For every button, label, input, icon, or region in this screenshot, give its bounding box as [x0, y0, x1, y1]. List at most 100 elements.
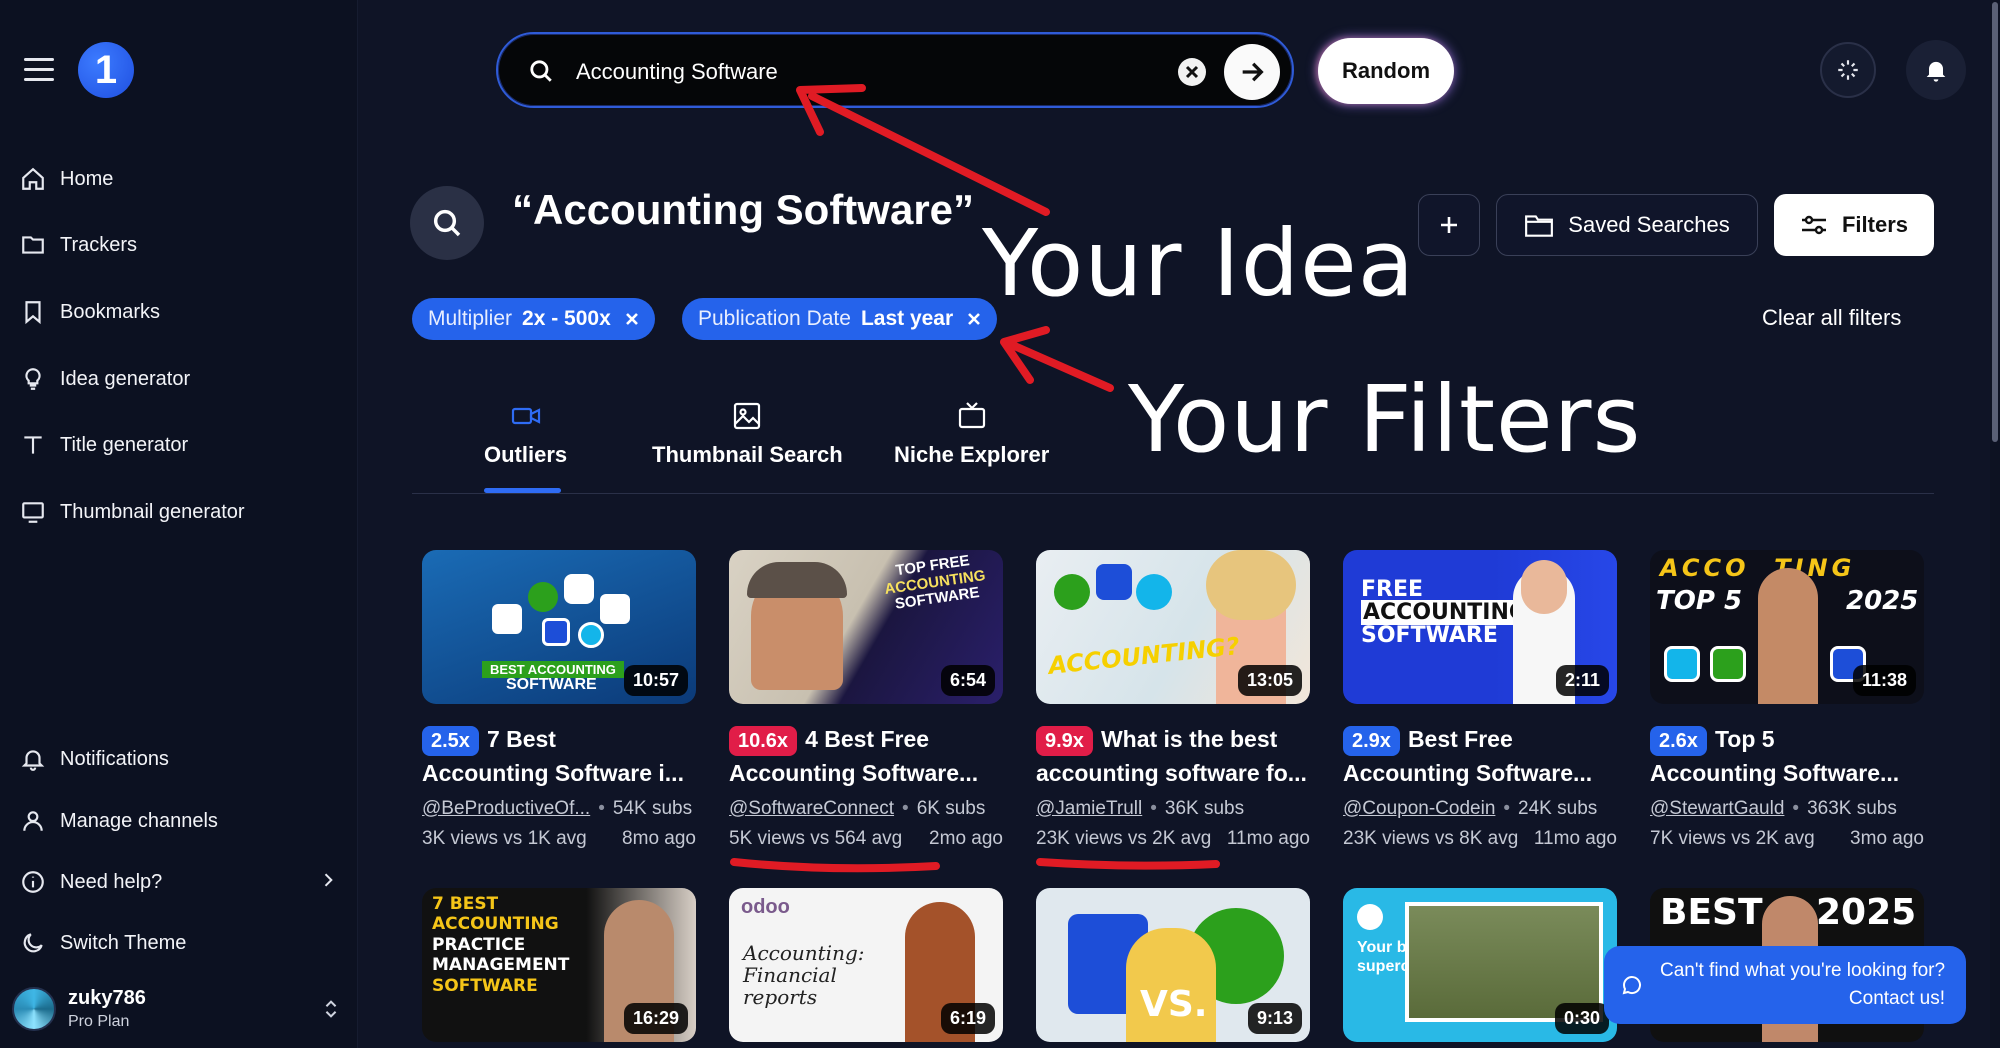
views-vs-avg: 5K views vs 564 avg: [729, 828, 903, 849]
user-account[interactable]: zuky786 Pro Plan: [12, 984, 342, 1034]
video-duration: 10:57: [623, 665, 688, 696]
clear-search-button[interactable]: [1178, 58, 1206, 86]
chevron-up-down-icon[interactable]: [320, 996, 342, 1022]
video-title: 10.6x 4 Best Free: [729, 722, 1003, 756]
hamburger-menu-icon[interactable]: [24, 58, 54, 82]
channel-link[interactable]: @Coupon-Codein: [1343, 798, 1495, 819]
add-search-button[interactable]: [1418, 194, 1480, 256]
bell-icon: [21, 750, 45, 771]
random-button[interactable]: Random: [1318, 38, 1454, 104]
chevron-right-icon[interactable]: [318, 870, 338, 890]
saved-searches-button[interactable]: Saved Searches: [1496, 194, 1758, 256]
search-icon: [410, 186, 484, 260]
submit-search-button[interactable]: [1224, 44, 1280, 100]
sidebar-item-home[interactable]: Home: [20, 162, 113, 196]
sidebar-item-label: Need help?: [60, 870, 163, 893]
video-title-line1: 4 Best Free: [805, 726, 930, 752]
underline-card2: [730, 858, 940, 873]
sparkle-icon: [1838, 60, 1858, 80]
clear-all-filters-link[interactable]: Clear all filters: [1762, 305, 1901, 331]
arrow-right-icon: [1242, 62, 1264, 82]
sidebar-item-bookmarks[interactable]: Bookmarks: [20, 295, 160, 329]
filters-button[interactable]: Filters: [1774, 194, 1934, 256]
video-card[interactable]: TOP FREE ACCOUNTING SOFTWARE 6:54 10.6x 4 B…: [729, 550, 1003, 850]
notifications-button[interactable]: [1906, 40, 1966, 100]
thumbnail-caption: 2025: [1816, 892, 1917, 933]
channel-link[interactable]: @StewartGauld: [1650, 798, 1784, 819]
video-duration: 9:13: [1247, 1003, 1302, 1034]
close-icon[interactable]: [967, 312, 981, 326]
video-title: 2.6x Top 5: [1650, 722, 1924, 756]
video-thumbnail[interactable]: VS. 9:13: [1036, 888, 1310, 1042]
sidebar: 1 Home Trackers Bookmarks Idea generator…: [0, 0, 358, 1048]
close-icon: [1185, 65, 1199, 79]
close-icon[interactable]: [625, 312, 639, 326]
video-duration: 11:38: [1852, 665, 1916, 696]
video-card[interactable]: BEST ACCOUNTING SOFTWARE 10:57 2.5x 7 Bes…: [422, 550, 696, 850]
video-thumbnail[interactable]: odoo Accounting: Financial reports 6:19: [729, 888, 1003, 1042]
sidebar-item-need-help[interactable]: Need help?: [20, 865, 162, 899]
thumbnail-caption: 2025: [1846, 586, 1919, 616]
subscriber-count: 363K subs: [1784, 798, 1896, 819]
sidebar-item-title-generator[interactable]: Title generator: [20, 428, 188, 462]
sidebar-item-label: Title generator: [60, 433, 189, 456]
sidebar-item-label: Thumbnail generator: [60, 500, 245, 523]
video-age: 8mo ago: [622, 828, 696, 849]
image-icon: [734, 402, 761, 430]
video-thumbnail[interactable]: Your businesssupercharged 0:30: [1343, 888, 1617, 1042]
sidebar-item-label: Idea generator: [60, 367, 191, 390]
video-age: 3mo ago: [1850, 828, 1924, 849]
tab-thumbnail-search[interactable]: Thumbnail Search: [652, 400, 843, 468]
video-thumbnail[interactable]: FREE ACCOUNTING SOFTWARE 2:11: [1343, 550, 1617, 704]
video-camera-icon: [511, 407, 540, 425]
tab-outliers[interactable]: Outliers: [484, 400, 567, 468]
contact-line1: Can't find what you're looking for?: [1660, 960, 1946, 981]
contact-line2: Contact us!: [1848, 988, 1946, 1009]
contact-us-popup[interactable]: Can't find what you're looking for? Cont…: [1604, 946, 1966, 1024]
views-vs-avg: 23K views vs 2K avg: [1036, 828, 1212, 849]
app-logo[interactable]: 1: [78, 42, 134, 98]
video-thumbnail[interactable]: ACCOUNTING? 13:05: [1036, 550, 1310, 704]
video-thumbnail[interactable]: TOP FREE ACCOUNTING SOFTWARE 6:54: [729, 550, 1003, 704]
search-input[interactable]: [576, 54, 1136, 90]
sidebar-item-idea-generator[interactable]: Idea generator: [20, 362, 190, 396]
user-icon: [23, 811, 43, 831]
sidebar-item-switch-theme[interactable]: Switch Theme: [20, 926, 186, 960]
video-duration: 13:05: [1237, 665, 1302, 696]
video-thumbnail[interactable]: BEST ACCOUNTING SOFTWARE 10:57: [422, 550, 696, 704]
video-title: 2.9x Best Free: [1343, 722, 1617, 756]
channel-link[interactable]: @BeProductiveOf...: [422, 798, 590, 819]
sidebar-item-notifications[interactable]: Notifications: [20, 742, 169, 776]
search-bar: [496, 32, 1294, 108]
tab-niche-explorer[interactable]: Niche Explorer: [894, 400, 1049, 468]
video-title: 9.9x What is the best: [1036, 722, 1310, 756]
video-title-line2: accounting software fo...: [1036, 760, 1307, 786]
thumbnail-caption: Accounting: Financial reports: [743, 941, 865, 1009]
multiplier-badge: 10.6x: [729, 726, 798, 756]
video-title-line2: Accounting Software i...: [422, 760, 684, 786]
video-card[interactable]: FREE ACCOUNTING SOFTWARE 2:11 2.9x Best Fre…: [1343, 550, 1617, 850]
tab-label: Thumbnail Search: [652, 442, 843, 467]
sidebar-item-manage-channels[interactable]: Manage channels: [20, 804, 218, 838]
video-card[interactable]: ACCOUNTING? 13:05 9.9x What is the best a…: [1036, 550, 1310, 850]
video-thumbnail[interactable]: 7 BEST ACCOUNTING PRACTICE MANAGEMENT SOFT…: [422, 888, 696, 1042]
channel-link[interactable]: @SoftwareConnect: [729, 798, 894, 819]
video-title-line1: What is the best: [1100, 726, 1278, 752]
channel-link[interactable]: @JamieTrull: [1036, 798, 1142, 819]
video-thumbnail[interactable]: ACCO TING TOP 5 2025 11:38: [1650, 550, 1924, 704]
saved-searches-label: Saved Searches: [1568, 212, 1730, 237]
video-card[interactable]: ACCO TING TOP 5 2025 11:38 2.6x Top 5 Acc…: [1650, 550, 1924, 850]
thumbnail-caption: ACCOUNTING?: [1047, 632, 1241, 680]
channel-row: @StewartGauld363K subs: [1650, 798, 1924, 820]
user-name: zuky786: [68, 987, 146, 1009]
scrollbar-thumb[interactable]: [1992, 2, 1998, 442]
multiplier-badge: 9.9x: [1036, 726, 1093, 756]
views-vs-avg: 7K views vs 2K avg: [1650, 828, 1815, 849]
sidebar-item-thumbnail-generator[interactable]: Thumbnail generator: [20, 495, 245, 529]
plus-icon: [1441, 217, 1457, 233]
sidebar-item-label: Notifications: [60, 747, 169, 770]
sparkle-button[interactable]: [1820, 42, 1876, 98]
filter-chip-multiplier[interactable]: Multiplier 2x - 500x: [412, 298, 655, 340]
filter-chip-publication-date[interactable]: Publication Date Last year: [682, 298, 998, 340]
sidebar-item-trackers[interactable]: Trackers: [20, 228, 137, 262]
